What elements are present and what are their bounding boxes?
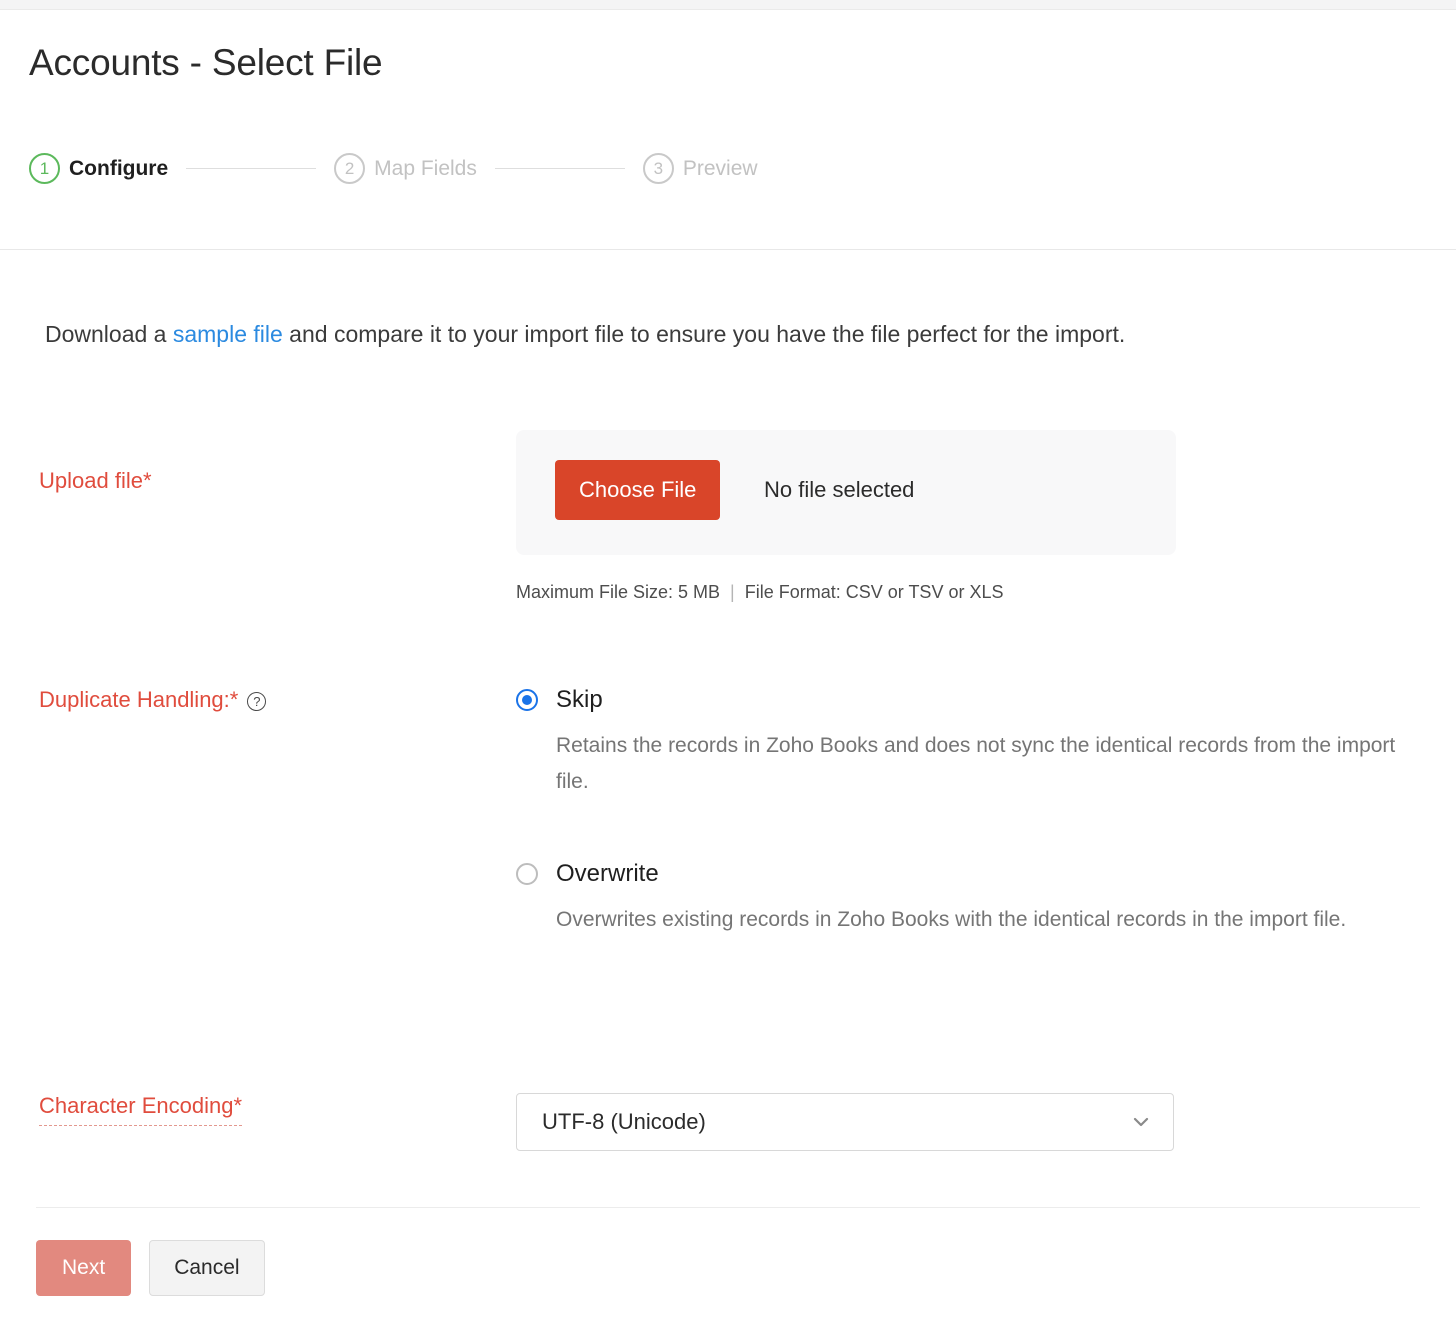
radio-overwrite-description: Overwrites existing records in Zoho Book… [556, 902, 1416, 938]
character-encoding-label-text: Character Encoding* [39, 1093, 242, 1119]
next-button[interactable]: Next [36, 1240, 131, 1296]
duplicate-handling-label-text: Duplicate Handling:* [39, 687, 238, 713]
step-map-fields-label: Map Fields [374, 157, 477, 181]
intro-text-after: and compare it to your import file to en… [283, 321, 1125, 347]
step-configure-label: Configure [69, 157, 168, 181]
radio-skip-description: Retains the records in Zoho Books and do… [556, 728, 1416, 800]
intro-text: Download a sample file and compare it to… [45, 313, 1365, 355]
radio-option-overwrite[interactable]: Overwrite Overwrites existing records in… [516, 860, 1416, 938]
max-file-size-text: Maximum File Size: 5 MB [516, 582, 720, 602]
step-map-fields[interactable]: 2 Map Fields [334, 153, 477, 184]
file-format-text: File Format: CSV or TSV or XLS [745, 582, 1004, 602]
page-title: Accounts - Select File [29, 42, 382, 84]
step-configure-number: 1 [29, 153, 60, 184]
step-map-fields-number: 2 [334, 153, 365, 184]
radio-option-skip[interactable]: Skip Retains the records in Zoho Books a… [516, 686, 1416, 800]
radio-skip-input[interactable] [516, 689, 538, 711]
radio-overwrite-input[interactable] [516, 863, 538, 885]
character-encoding-value: UTF-8 (Unicode) [542, 1109, 706, 1135]
question-mark-icon[interactable]: ? [247, 692, 266, 711]
chevron-down-icon [1131, 1112, 1151, 1132]
step-preview[interactable]: 3 Preview [643, 153, 758, 184]
character-encoding-select[interactable]: UTF-8 (Unicode) [516, 1093, 1174, 1151]
step-preview-label: Preview [683, 157, 758, 181]
step-configure[interactable]: 1 Configure [29, 153, 168, 184]
import-stepper: 1 Configure 2 Map Fields 3 Preview [29, 153, 758, 184]
file-status-text: No file selected [764, 477, 914, 503]
duplicate-handling-radio-group: Skip Retains the records in Zoho Books a… [516, 686, 1416, 984]
file-constraints: Maximum File Size: 5 MB | File Format: CSV… [516, 582, 1003, 603]
form-footer: Next Cancel [36, 1240, 265, 1296]
upload-file-label: Upload file* [39, 468, 152, 494]
duplicate-handling-label: Duplicate Handling:* ? [39, 687, 266, 713]
top-browser-strip [0, 0, 1456, 10]
step-connector-2 [495, 168, 625, 169]
intro-text-before: Download a [45, 321, 173, 347]
page-header: Accounts - Select File 1 Configure 2 Map… [0, 10, 1456, 250]
cancel-button[interactable]: Cancel [149, 1240, 264, 1296]
step-connector-1 [186, 168, 316, 169]
radio-overwrite-label: Overwrite [556, 860, 659, 888]
sample-file-link[interactable]: sample file [173, 321, 283, 347]
step-preview-number: 3 [643, 153, 674, 184]
file-drop-zone[interactable]: Choose File No file selected [516, 430, 1176, 555]
upload-file-label-text: Upload file* [39, 468, 152, 494]
radio-skip-label: Skip [556, 686, 603, 714]
file-meta-separator: | [730, 582, 735, 602]
footer-divider [36, 1207, 1420, 1208]
character-encoding-label: Character Encoding* [39, 1093, 242, 1126]
choose-file-button[interactable]: Choose File [555, 460, 720, 520]
